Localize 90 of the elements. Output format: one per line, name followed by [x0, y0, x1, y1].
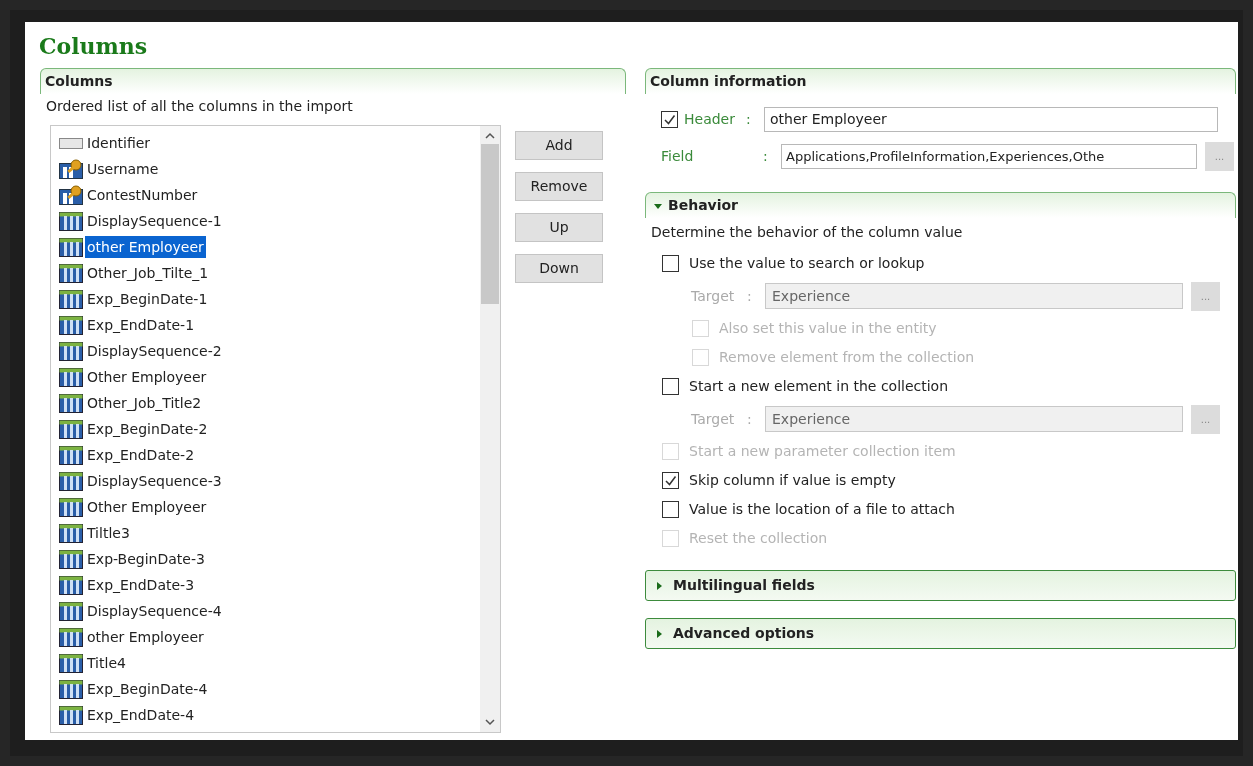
scrollbar-thumb[interactable]	[481, 144, 499, 304]
check-icon	[663, 112, 676, 126]
section-description: Determine the behavior of the column value	[650, 223, 964, 242]
column-icon	[59, 497, 83, 517]
list-item[interactable]: Exp_EndDate-4	[85, 704, 197, 726]
column-icon	[59, 679, 83, 699]
checkbox[interactable]	[662, 472, 679, 489]
field-label: Header	[684, 109, 736, 129]
list-item[interactable]: other Employeer	[85, 236, 206, 258]
expand-triangle-icon[interactable]	[655, 629, 663, 638]
column-icon	[59, 575, 83, 595]
column-icon	[59, 211, 83, 231]
checkbox-label: Start a new parameter collection item	[689, 442, 956, 461]
checkbox-label: Value is the location of a file to attach	[689, 500, 955, 519]
list-item[interactable]: Other_Job_Title2	[85, 392, 204, 414]
column-icon	[59, 549, 83, 569]
column-icon	[59, 653, 83, 673]
separator: :	[763, 146, 769, 166]
checkbox-label: Use the value to search or lookup	[689, 254, 925, 273]
scroll-up-icon	[485, 132, 495, 140]
section-header: Behavior	[668, 196, 739, 215]
checkbox[interactable]	[662, 378, 679, 395]
list-item[interactable]: Tiltle3	[85, 522, 132, 544]
list-item[interactable]: Exp_BeginDate-2	[85, 418, 210, 440]
list-item[interactable]: DisplaySequence-3	[85, 470, 224, 492]
field-icon	[59, 136, 83, 150]
column-icon	[59, 341, 83, 361]
column-icon	[59, 315, 83, 335]
separator: :	[746, 109, 752, 129]
scroll-down-icon	[485, 718, 495, 726]
section-header: Columns	[40, 68, 626, 94]
check-icon	[664, 474, 677, 487]
column-icon	[59, 237, 83, 257]
expand-triangle-icon[interactable]	[655, 581, 663, 590]
column-icon	[59, 601, 83, 621]
list-item[interactable]: Title4	[85, 652, 128, 674]
checkbox-label: Also set this value in the entity	[719, 319, 937, 338]
key-column-icon	[59, 185, 83, 205]
column-icon	[59, 705, 83, 725]
list-action-button[interactable]: Remove	[515, 172, 603, 201]
column-icon	[59, 627, 83, 647]
column-icon	[59, 289, 83, 309]
list-item[interactable]: Other Employeer	[85, 496, 209, 518]
separator: :	[747, 286, 753, 306]
checkbox[interactable]	[662, 501, 679, 518]
column-icon	[59, 367, 83, 387]
field-label: Target	[691, 286, 736, 306]
collapse-triangle-icon[interactable]	[654, 201, 662, 210]
checkbox-label: Remove element from the collection	[719, 348, 975, 367]
column-icon	[59, 445, 83, 465]
list-action-button[interactable]: Down	[515, 254, 603, 283]
list-item[interactable]: Exp_EndDate-1	[85, 314, 197, 336]
list-item[interactable]: Exp_BeginDate-4	[85, 678, 210, 700]
checkbox-label: Start a new element in the collection	[689, 377, 949, 396]
section-description: Ordered list of all the columns in the import	[45, 97, 354, 116]
separator: :	[747, 409, 753, 429]
list-item[interactable]: other Employeer	[85, 626, 206, 648]
section-header[interactable]: Advanced options	[673, 623, 815, 644]
section-header: Column information	[645, 68, 1236, 94]
list-item[interactable]: Other Employeer	[85, 366, 209, 388]
column-icon	[59, 471, 83, 491]
list-item[interactable]: Exp_EndDate-2	[85, 444, 197, 466]
column-icon	[59, 263, 83, 283]
header-input[interactable]: other Employeer	[764, 106, 1218, 132]
list-item[interactable]: Exp_EndDate-3	[85, 574, 197, 596]
field-input[interactable]: Applications,ProfileInformation,Experiences,Othe	[781, 143, 1197, 169]
list-item[interactable]: DisplaySequence-2	[85, 340, 224, 362]
page-title: Columns	[39, 32, 148, 61]
checkbox[interactable]	[662, 255, 679, 272]
checkbox-label: Skip column if value is empty	[689, 471, 896, 490]
list-action-button[interactable]: Add	[515, 131, 603, 160]
scrollbar[interactable]	[480, 126, 500, 732]
list-item[interactable]: Username	[85, 158, 161, 180]
list-item[interactable]: DisplaySequence-4	[85, 600, 224, 622]
list-item[interactable]: Exp_BeginDate-1	[85, 288, 210, 310]
list-item[interactable]: Other_Job_Tilte_1	[85, 262, 211, 284]
key-column-icon	[59, 159, 83, 179]
section-header[interactable]: Multilingual fields	[673, 575, 815, 596]
field-label: Field	[661, 146, 695, 166]
checkbox[interactable]	[661, 110, 678, 128]
list-item[interactable]: Identifier	[85, 132, 153, 154]
column-icon	[59, 523, 83, 543]
column-icon	[59, 393, 83, 413]
list-item[interactable]: DisplaySequence-1	[85, 210, 224, 232]
checkbox-label: Reset the collection	[689, 529, 828, 548]
field-label: Target	[691, 409, 736, 429]
list-item[interactable]: ContestNumber	[85, 184, 200, 206]
column-icon	[59, 419, 83, 439]
list-action-button[interactable]: Up	[515, 213, 603, 242]
list-item[interactable]: Exp-BeginDate-3	[85, 548, 207, 570]
